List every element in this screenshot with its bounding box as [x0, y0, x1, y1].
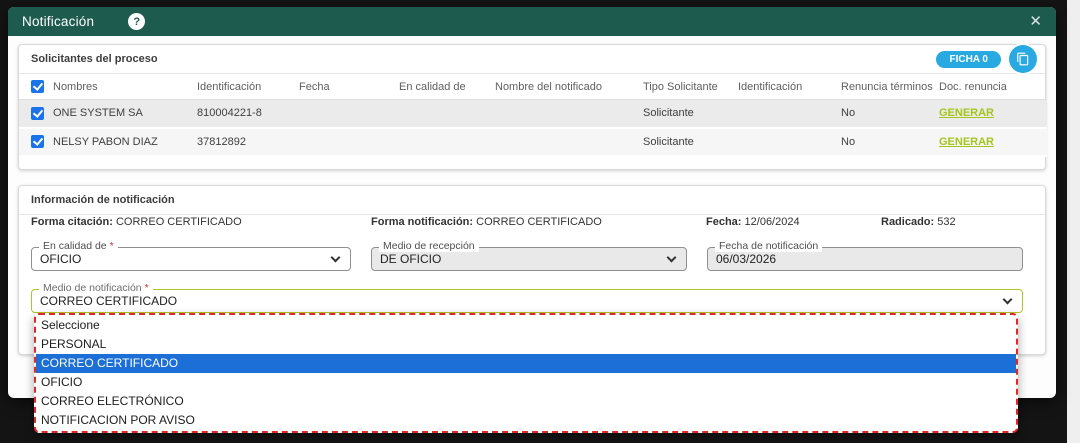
col-en-calidad-de: En calidad de	[399, 74, 495, 100]
table-cell: Solicitante	[643, 100, 738, 128]
table-cell	[495, 128, 643, 156]
fecha: Fecha: 12/06/2024	[706, 216, 800, 228]
generar-link[interactable]: GENERAR	[939, 107, 994, 119]
required-asterisk: *	[110, 240, 114, 252]
close-icon[interactable]: ✕	[1029, 14, 1042, 29]
informacion-panel-header: Información de notificación	[19, 186, 1045, 215]
col-nombre-notificado: Nombre del notificado	[495, 74, 643, 100]
table-cell	[299, 128, 399, 156]
table-cell: 37812892	[197, 128, 299, 156]
table-cell: Solicitante	[643, 128, 738, 156]
ficha-badge: FICHA 0	[936, 51, 1001, 68]
generar-link[interactable]: GENERAR	[939, 136, 994, 148]
notification-modal: Notificación ? ✕ Solicitantes del proces…	[8, 7, 1056, 398]
dropdown-option[interactable]: PERSONAL	[36, 335, 1016, 354]
medio-notificacion-value: CORREO CERTIFICADO	[32, 290, 1022, 312]
dropdown-option[interactable]: NOTIFICACION POR AVISO	[36, 411, 1016, 430]
screen: Notificación ? ✕ Solicitantes del proces…	[0, 0, 1080, 443]
table-cell: No	[841, 100, 939, 128]
en-calidad-de-select[interactable]: En calidad de * OFICIO	[31, 247, 351, 271]
col-tipo-solicitante: Tipo Solicitante	[643, 74, 738, 100]
page-right-strip	[1067, 0, 1080, 443]
table-cell	[399, 128, 495, 156]
row-checkbox[interactable]	[31, 135, 44, 148]
table-row: ONE SYSTEM SA810004221-8 Solicitante NoGEN…	[19, 100, 1047, 128]
dropdown-option[interactable]: CORREO CERTIFICADO	[36, 354, 1016, 373]
table-row: NELSY PABON DIAZ37812892 Solicitante NoGEN…	[19, 128, 1047, 156]
table-cell: NELSY PABON DIAZ	[53, 128, 197, 156]
table-header-row: Nombres Identificación Fecha En calidad …	[19, 74, 1047, 100]
informacion-title: Información de notificación	[31, 194, 175, 206]
solicitantes-table-body: ONE SYSTEM SA810004221-8 Solicitante NoGEN…	[19, 100, 1047, 156]
medio-recepcion-select[interactable]: Medio de recepción DE OFICIO	[371, 247, 687, 271]
table-cell: 810004221-8	[197, 100, 299, 128]
col-identificacion: Identificación	[197, 74, 299, 100]
dropdown-option[interactable]: OFICIO	[36, 373, 1016, 392]
col-identificacion-2: Identificación	[738, 74, 841, 100]
forma-citacion: Forma citación: CORREO CERTIFICADO	[31, 216, 242, 228]
table-cell	[399, 100, 495, 128]
table-cell	[738, 128, 841, 156]
help-icon[interactable]: ?	[128, 13, 145, 30]
modal-header: Notificación ? ✕	[8, 7, 1056, 36]
solicitantes-panel-header: Solicitantes del proceso FICHA 0	[19, 45, 1045, 74]
required-asterisk: *	[145, 282, 149, 294]
medio-recepcion-label: Medio de recepción	[379, 240, 479, 252]
radicado: Radicado: 532	[881, 216, 956, 228]
en-calidad-de-label: En calidad de	[43, 240, 110, 252]
medio-notificacion-label: Medio de notificación	[43, 282, 145, 294]
modal-title: Notificación	[22, 14, 94, 29]
solicitantes-title: Solicitantes del proceso	[31, 53, 158, 65]
dropdown-option[interactable]: CORREO ELECTRÓNICO	[36, 392, 1016, 411]
table-cell	[495, 100, 643, 128]
solicitantes-panel: Solicitantes del proceso FICHA 0 Nombres	[18, 44, 1046, 170]
col-nombres: Nombres	[53, 74, 197, 100]
solicitantes-table: Nombres Identificación Fecha En calidad …	[19, 74, 1047, 157]
fecha-notificacion-label: Fecha de notificación	[715, 240, 822, 252]
medio-notificacion-dropdown: SeleccionePERSONALCORREO CERTIFICADOOFIC…	[34, 313, 1018, 433]
table-cell: No	[841, 128, 939, 156]
select-all-checkbox[interactable]	[31, 80, 44, 93]
col-renuncia-terminos: Renuncia términos	[841, 74, 939, 100]
col-doc-renuncia: Doc. renuncia	[939, 74, 1047, 100]
medio-notificacion-select[interactable]: Medio de notificación * CORREO CERTIFICA…	[31, 289, 1023, 313]
table-cell: ONE SYSTEM SA	[53, 100, 197, 128]
fecha-notificacion-input[interactable]: Fecha de notificación 06/03/2026	[707, 247, 1023, 271]
table-cell	[299, 100, 399, 128]
row-checkbox[interactable]	[31, 107, 44, 120]
table-cell	[738, 100, 841, 128]
forma-notificacion: Forma notificación: CORREO CERTIFICADO	[371, 216, 602, 228]
copy-document-icon[interactable]	[1009, 45, 1037, 73]
col-fecha: Fecha	[299, 74, 399, 100]
dropdown-option[interactable]: Seleccione	[36, 316, 1016, 335]
